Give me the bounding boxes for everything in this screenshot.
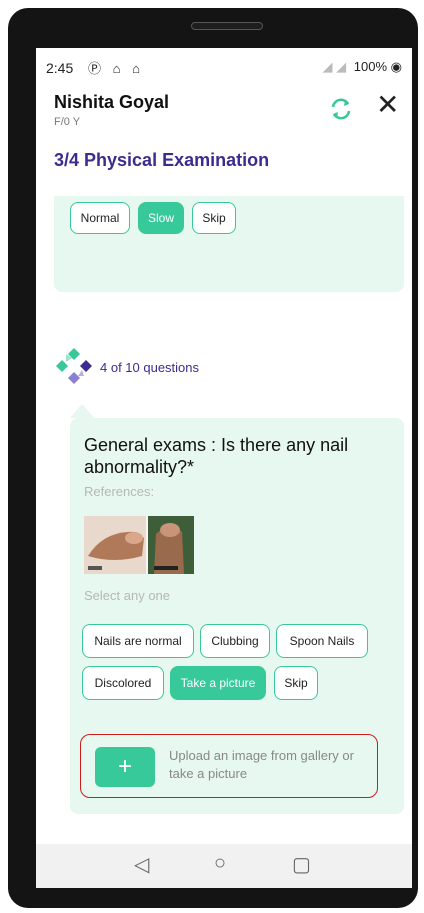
card-notch bbox=[70, 404, 94, 418]
previous-question-card: Normal Slow Skip bbox=[54, 196, 404, 292]
patient-meta: F/0 Y bbox=[54, 116, 81, 128]
upload-text: Upload an image from gallery or take a p… bbox=[169, 748, 354, 781]
status-time: 2:45 bbox=[46, 60, 74, 76]
refresh-icon[interactable] bbox=[326, 94, 356, 124]
references-label: References: bbox=[84, 484, 155, 499]
option-take-picture[interactable]: Take a picture bbox=[170, 666, 266, 700]
select-label: Select any one bbox=[84, 588, 171, 603]
question-text: General exams : Is there any nail abnorm… bbox=[84, 435, 349, 477]
phone-frame: 2:45 Ⓟ ⌂ ⌂ ◢ ◢ 100% ◉ Nishita Goyal F/0 … bbox=[8, 8, 418, 908]
screen: 2:45 Ⓟ ⌂ ⌂ ◢ ◢ 100% ◉ Nishita Goyal F/0 … bbox=[36, 48, 412, 888]
upload-area: + Upload an image from gallery or take a… bbox=[80, 734, 378, 798]
option-discolored[interactable]: Discolored bbox=[82, 666, 164, 700]
option-normal[interactable]: Normal bbox=[70, 202, 130, 234]
question-card: General exams : Is there any nail abnorm… bbox=[70, 418, 404, 814]
signal-icon: ◢ ◢ bbox=[322, 59, 347, 74]
battery-icon: ◉ bbox=[390, 59, 402, 74]
status-right: ◢ ◢ 100% ◉ bbox=[323, 59, 402, 75]
option-spoon-nails[interactable]: Spoon Nails bbox=[276, 624, 368, 658]
upload-button[interactable]: + bbox=[95, 747, 155, 787]
option-clubbing[interactable]: Clubbing bbox=[200, 624, 270, 658]
question-count: 4 of 10 questions bbox=[100, 360, 200, 375]
notification-icons: Ⓟ ⌂ ⌂ bbox=[88, 61, 144, 76]
close-icon[interactable]: ✕ bbox=[376, 90, 399, 120]
navigation-bar: ◁ ○ ▢ bbox=[36, 844, 412, 888]
option-skip[interactable]: Skip bbox=[192, 202, 236, 234]
question-progress-icon bbox=[56, 348, 92, 384]
option-slow[interactable]: Slow bbox=[138, 202, 184, 234]
status-bar: 2:45 Ⓟ ⌂ ⌂ ◢ ◢ 100% ◉ bbox=[36, 48, 412, 84]
home-icon[interactable]: ○ bbox=[214, 852, 226, 875]
header: Nishita Goyal F/0 Y ✕ 3/4 Physical Exami… bbox=[36, 84, 412, 194]
option-skip[interactable]: Skip bbox=[274, 666, 318, 700]
patient-name: Nishita Goyal bbox=[54, 92, 170, 112]
recents-icon[interactable]: ▢ bbox=[292, 852, 311, 877]
phone-speaker bbox=[191, 22, 263, 30]
section-title: 3/4 Physical Examination bbox=[54, 150, 270, 170]
reference-image[interactable] bbox=[84, 516, 194, 574]
battery-level: 100% bbox=[353, 59, 388, 74]
option-nails-normal[interactable]: Nails are normal bbox=[82, 624, 194, 658]
back-icon[interactable]: ◁ bbox=[134, 852, 149, 877]
